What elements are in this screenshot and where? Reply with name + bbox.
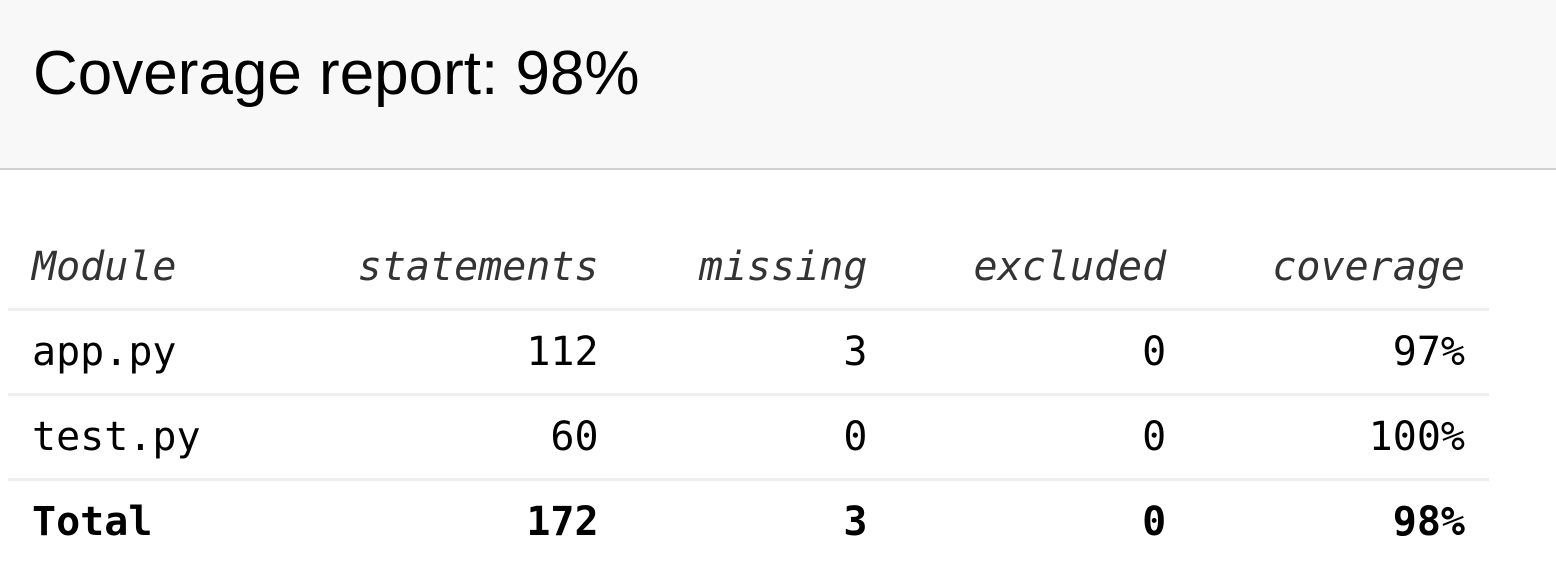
excluded-cell: 0 [891,394,1191,481]
total-coverage: 98% [1392,499,1465,545]
page-title: Coverage report: 98% [33,39,640,108]
table-row: app.py 112 3 0 97% [8,309,1489,396]
table-row: test.py 60 0 0 100% [8,394,1489,481]
coverage-cell: 97% [1190,309,1489,396]
missing-cell: 3 [622,309,892,396]
column-header-coverage[interactable]: coverage [1190,226,1489,311]
statements-cell: 112 [264,309,623,396]
excluded-cell: 0 [891,309,1191,396]
total-row: Total 172 3 0 98% [8,480,1489,564]
coverage-cell: 100% [1190,394,1489,481]
total-label: Total [32,499,153,545]
statements-cell: 60 [264,394,623,481]
module-name-cell[interactable]: app.py [8,309,264,396]
report-header: Coverage report: 98% [0,0,1556,170]
module-name-cell[interactable]: test.py [8,394,264,481]
table-header-row: Module statements missing excluded cover… [8,226,1489,311]
column-header-missing[interactable]: missing [622,226,892,311]
column-header-excluded[interactable]: excluded [891,226,1191,311]
column-header-statements[interactable]: statements [264,226,623,311]
total-excluded: 0 [1142,499,1167,545]
coverage-report: Module statements missing excluded cover… [8,226,1489,563]
total-statements: 172 [526,499,599,545]
missing-cell: 0 [622,394,892,481]
column-header-module[interactable]: Module [8,226,264,311]
total-missing: 3 [843,499,868,545]
coverage-table: Module statements missing excluded cover… [8,226,1489,563]
